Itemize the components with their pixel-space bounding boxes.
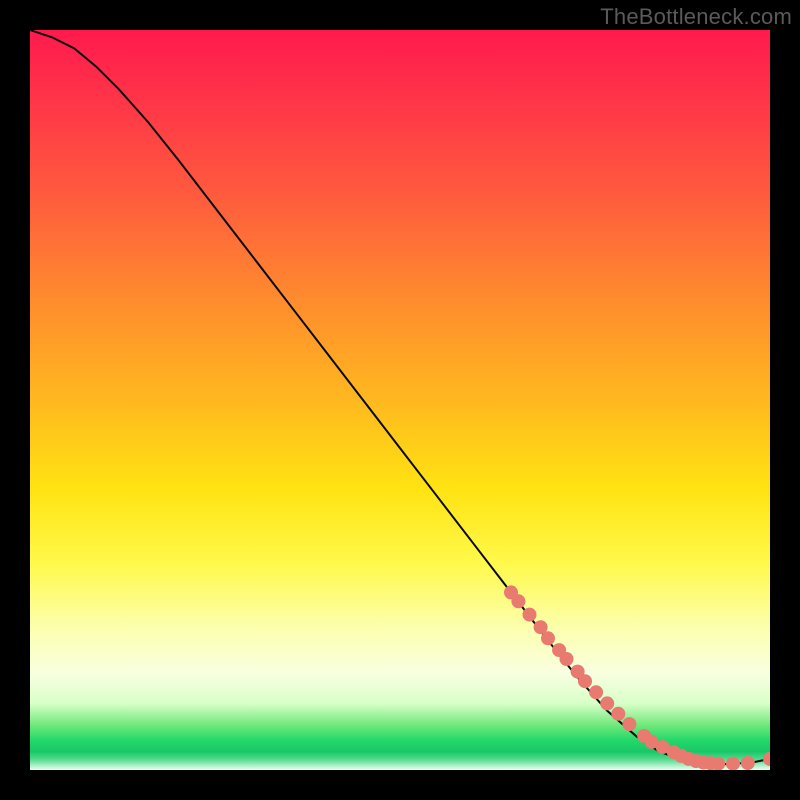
highlight-dot — [578, 674, 592, 688]
highlight-dot — [511, 594, 525, 608]
highlight-dot — [523, 608, 537, 622]
highlight-dot — [611, 707, 625, 721]
plot-area — [30, 30, 770, 770]
watermark-text: TheBottleneck.com — [600, 4, 792, 30]
highlight-dot — [600, 696, 614, 710]
highlight-dot — [541, 631, 555, 645]
highlight-dots-group — [504, 585, 770, 770]
curve-layer — [30, 30, 770, 770]
highlight-dot — [589, 685, 603, 699]
highlight-dot — [622, 717, 636, 731]
highlight-dot — [726, 757, 740, 770]
bottleneck-curve — [30, 30, 770, 764]
highlight-dot — [741, 756, 755, 770]
highlight-dot — [763, 752, 770, 766]
highlight-dot — [560, 652, 574, 666]
chart-frame: TheBottleneck.com — [0, 0, 800, 800]
